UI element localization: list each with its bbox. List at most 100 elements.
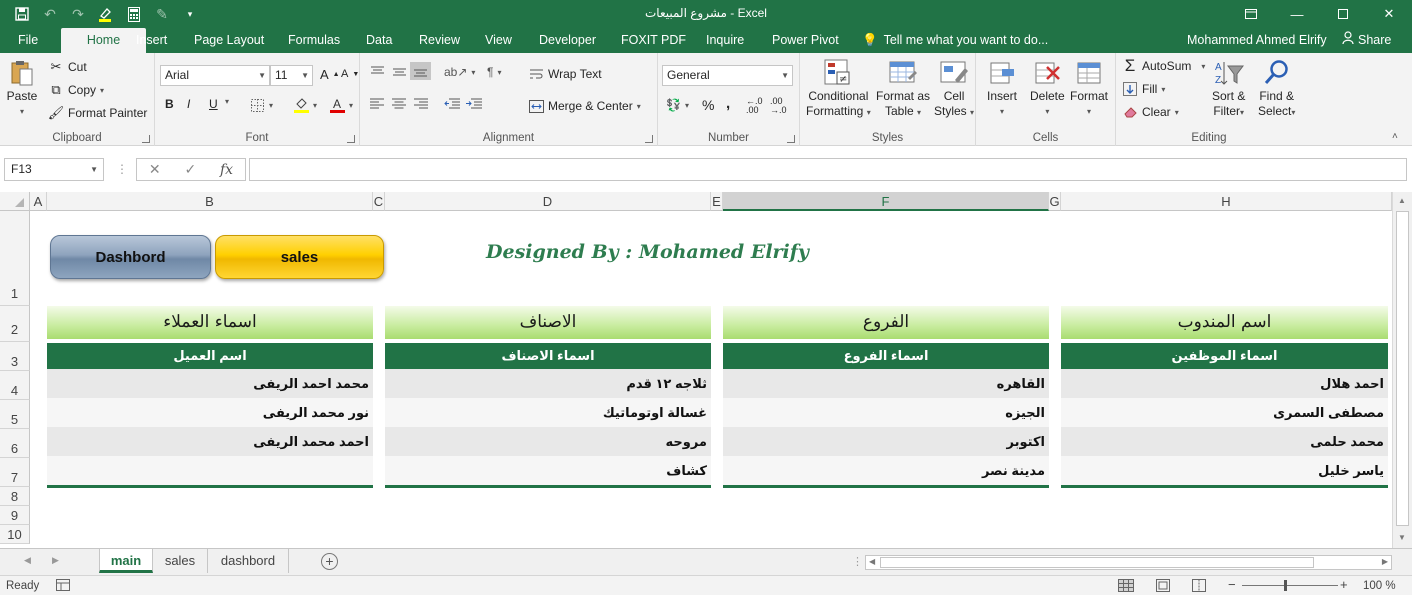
vertical-scrollbar[interactable]: ▲ ▼ [1392, 192, 1412, 548]
enter-icon[interactable]: ✓ [184, 161, 196, 178]
column-header-e[interactable]: E [711, 192, 723, 211]
scroll-thumb[interactable] [880, 557, 1314, 568]
comma-style-button[interactable]: , [726, 95, 730, 112]
row-header-7[interactable]: 7 [0, 458, 30, 487]
close-icon[interactable]: ✕ [1366, 0, 1412, 28]
scroll-thumb[interactable] [1396, 211, 1409, 526]
column-header-c[interactable]: C [373, 192, 385, 211]
dialog-launcher-icon[interactable] [645, 135, 653, 143]
column-header-a[interactable]: A [30, 192, 47, 211]
horizontal-scrollbar[interactable]: ◀ ▶ [865, 555, 1392, 570]
user-name[interactable]: Mohammed Ahmed Elrify [1187, 28, 1327, 53]
cell-styles-button[interactable]: Cell Styles ▾ [934, 57, 974, 120]
dialog-launcher-icon[interactable] [142, 135, 150, 143]
align-middle-icon[interactable] [392, 65, 407, 79]
font-color-button[interactable]: A ▾ [329, 97, 353, 113]
tab-home[interactable]: Home [61, 28, 146, 53]
column-header-d[interactable]: D [385, 192, 711, 211]
align-right-icon[interactable] [414, 98, 428, 110]
ribbon-display-icon[interactable] [1228, 0, 1274, 28]
table-row[interactable]: احمد هلال [1061, 369, 1388, 398]
table-row[interactable] [47, 456, 373, 485]
table-row[interactable]: اكتوبر [723, 427, 1049, 456]
maximize-icon[interactable] [1320, 0, 1366, 28]
format-cells-button[interactable]: Format ▾ [1070, 57, 1108, 119]
add-sheet-icon[interactable]: + [321, 553, 338, 570]
delete-cells-button[interactable]: Delete ▾ [1030, 57, 1065, 119]
decrease-indent-icon[interactable] [444, 98, 460, 110]
row-header-8[interactable]: 8 [0, 487, 30, 506]
paste-button[interactable]: Paste ▾ [6, 57, 38, 119]
format-as-table-button[interactable]: Format as Table ▾ [876, 57, 930, 120]
row-header-3[interactable]: 3 [0, 342, 30, 371]
row-header-10[interactable]: 10 [0, 525, 30, 544]
next-sheet-icon[interactable]: ▶ [52, 555, 59, 566]
scroll-up-icon[interactable]: ▲ [1398, 196, 1406, 205]
bold-button[interactable]: B [165, 97, 174, 111]
tab-file[interactable]: File [18, 28, 38, 53]
row-header-1[interactable]: 1 [0, 211, 30, 306]
row-header-6[interactable]: 6 [0, 429, 30, 458]
accounting-format-icon[interactable]: 💱 ▾ [666, 98, 689, 112]
percent-style-button[interactable]: % [702, 97, 714, 113]
table-header[interactable]: اسم العميل [47, 343, 373, 369]
zoom-out-icon[interactable]: − [1228, 577, 1236, 592]
column-header-b[interactable]: B [47, 192, 373, 211]
tab-data[interactable]: Data [366, 28, 392, 53]
decrease-decimal-icon[interactable]: .00 →.0 [770, 97, 787, 115]
format-painter-button[interactable]: 🖌 Format Painter [48, 105, 148, 121]
row-header-4[interactable]: 4 [0, 371, 30, 400]
tell-me-box[interactable]: 💡 Tell me what you want to do... [862, 28, 1048, 53]
collapse-ribbon-icon[interactable]: ˄ [1392, 131, 1398, 142]
copy-button[interactable]: ⧉ Copy ▾ [48, 82, 104, 98]
dialog-launcher-icon[interactable] [787, 135, 795, 143]
page-layout-view-icon[interactable] [1156, 579, 1170, 595]
font-name-combo[interactable]: Arial ▼ [160, 65, 270, 86]
table-row[interactable]: الجيزه [723, 398, 1049, 427]
function-icon[interactable]: fx [220, 162, 233, 178]
select-all-corner[interactable] [0, 192, 30, 211]
tab-insert[interactable]: Insert [136, 28, 167, 53]
dialog-launcher-icon[interactable] [347, 135, 355, 143]
table-row[interactable]: القاهره [723, 369, 1049, 398]
borders-button[interactable]: ▾ [249, 97, 273, 113]
name-box[interactable]: F13 ▼ [4, 158, 104, 181]
underline-button[interactable]: U [209, 97, 218, 111]
table-row[interactable]: غسالة اوتوماتيك [385, 398, 711, 427]
normal-view-icon[interactable] [1118, 579, 1134, 595]
align-center-icon[interactable] [392, 98, 406, 110]
underline-dropdown-icon[interactable]: ▾ [225, 97, 229, 106]
tab-review[interactable]: Review [419, 28, 460, 53]
table-header[interactable]: اسماء الفروع [723, 343, 1049, 369]
row-header-9[interactable]: 9 [0, 506, 30, 525]
column-header-f[interactable]: F [723, 192, 1049, 211]
column-header-g[interactable]: G [1049, 192, 1061, 211]
align-top-icon[interactable] [370, 65, 385, 79]
clear-button[interactable]: Clear ▾ [1122, 104, 1179, 120]
dashboard-button[interactable]: Dashbord [50, 235, 211, 279]
page-break-view-icon[interactable] [1192, 579, 1206, 595]
row-header-2[interactable]: 2 [0, 306, 30, 342]
insert-cells-button[interactable]: Insert ▾ [986, 57, 1018, 119]
sheet-tab-main[interactable]: main [99, 549, 153, 573]
scroll-down-icon[interactable]: ▼ [1398, 533, 1406, 542]
sheet-tab-dashbord[interactable]: dashbord [208, 549, 289, 573]
zoom-in-icon[interactable]: + [1340, 577, 1348, 592]
prev-sheet-icon[interactable]: ◀ [24, 555, 31, 566]
scroll-right-icon[interactable]: ▶ [1382, 557, 1388, 566]
table-row[interactable]: مصطفى السمرى [1061, 398, 1388, 427]
table-row[interactable]: مدينة نصر [723, 456, 1049, 485]
sort-filter-button[interactable]: AZ Sort & Filter▾ [1212, 57, 1245, 120]
zoom-level[interactable]: 100 % [1363, 580, 1396, 592]
increase-decimal-icon[interactable]: ←.0.00 [746, 97, 763, 115]
conditional-formatting-button[interactable]: ≠ Conditional Formatting ▾ [806, 57, 871, 120]
orientation-icon[interactable]: ab↗ ▾ [444, 65, 475, 79]
number-format-combo[interactable]: General ▼ [662, 65, 793, 86]
minimize-icon[interactable]: — [1274, 0, 1320, 28]
find-select-button[interactable]: Find & Select▾ [1258, 57, 1295, 120]
align-bottom-icon[interactable] [410, 62, 431, 80]
table-row[interactable]: مروحه [385, 427, 711, 456]
table-header[interactable]: اسماء الاصناف [385, 343, 711, 369]
table-row[interactable]: احمد محمد الريفى [47, 427, 373, 456]
merge-center-button[interactable]: Merge & Center ▾ [528, 98, 641, 114]
